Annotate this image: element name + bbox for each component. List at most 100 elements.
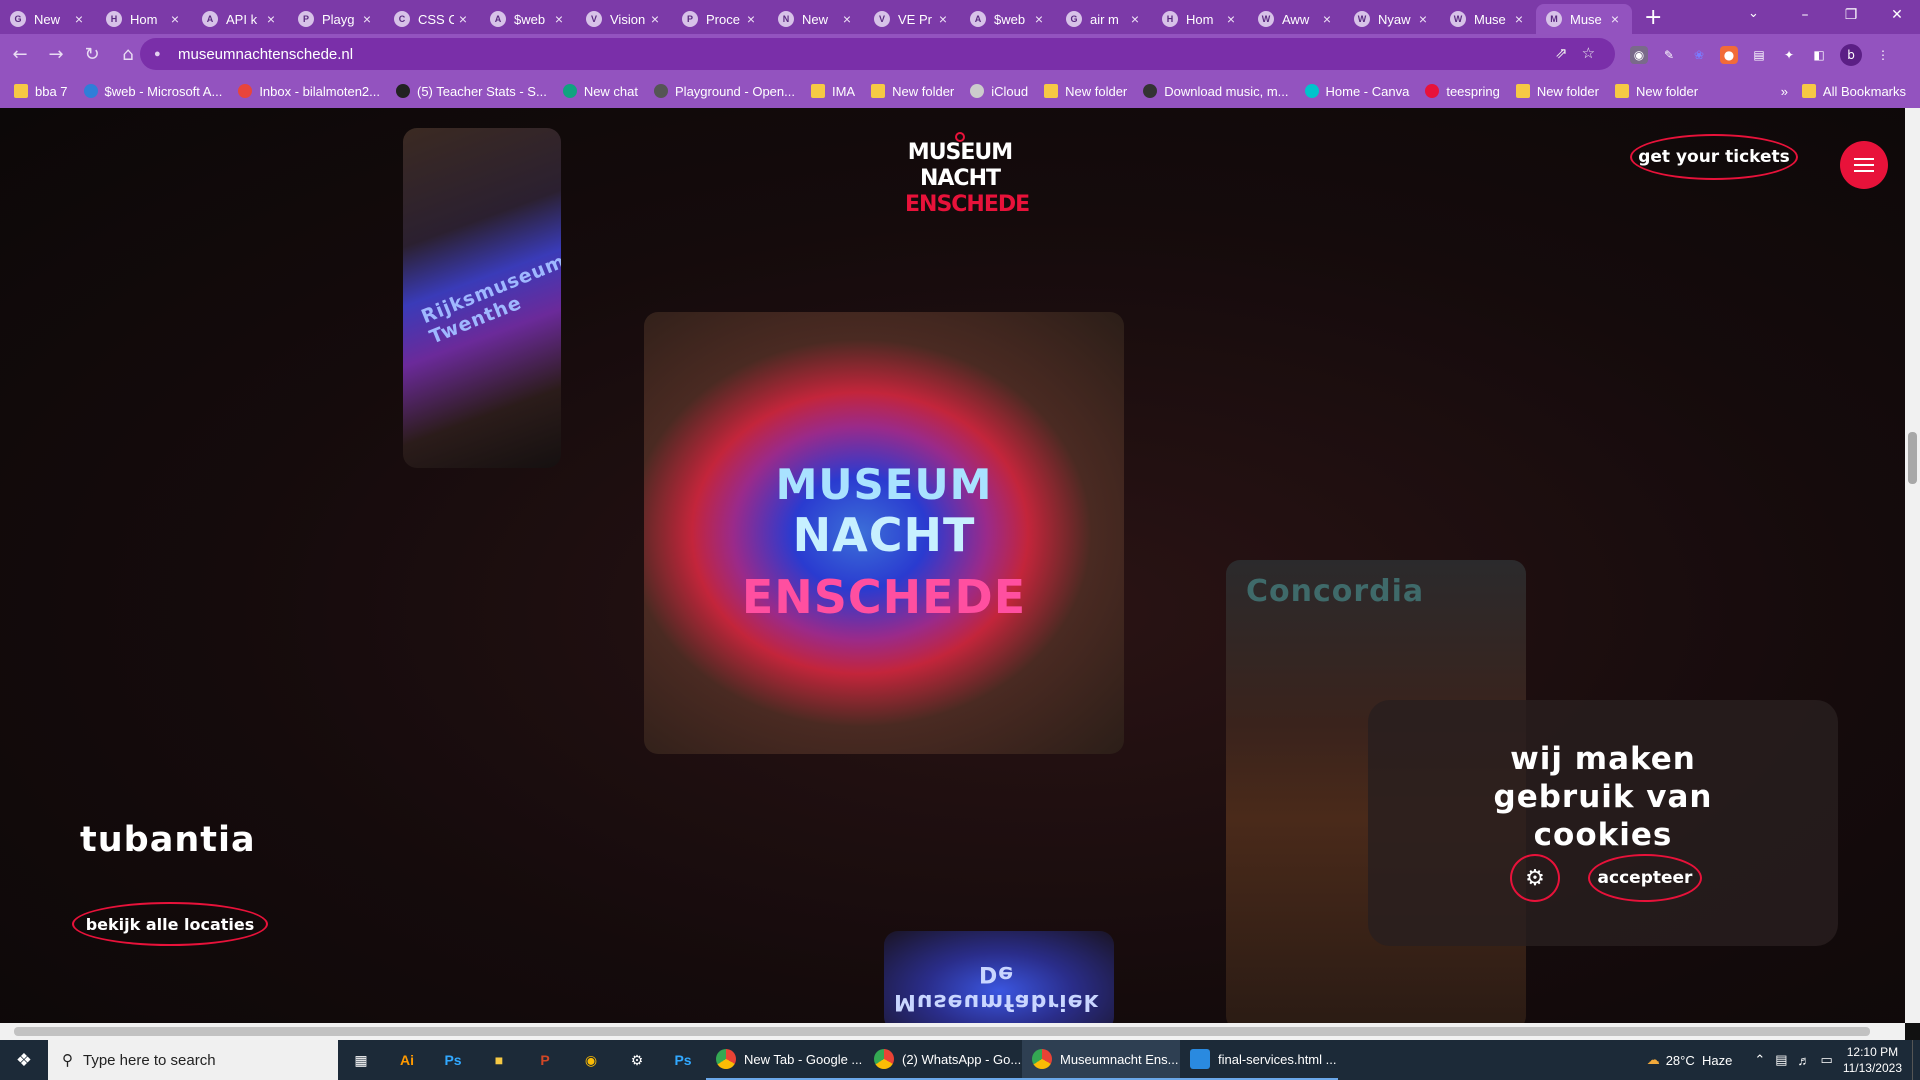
address-bar[interactable]: ● museumnachtenschede.nl xyxy=(140,38,1615,70)
browser-tab[interactable]: V Vision × xyxy=(576,4,672,34)
restore-icon[interactable]: ❐ xyxy=(1828,0,1874,34)
all-bookmarks-button[interactable]: All Bookmarks xyxy=(1823,84,1906,99)
hamburger-menu-button[interactable] xyxy=(1840,141,1888,189)
bookmarks-overflow-icon[interactable]: » xyxy=(1781,84,1788,99)
profile-avatar[interactable]: b xyxy=(1840,44,1862,66)
tab-close-icon[interactable]: × xyxy=(454,11,472,27)
taskbar-app[interactable]: New Tab - Google ... xyxy=(706,1040,864,1080)
bookmark-item[interactable]: Playground - Open... xyxy=(654,84,795,99)
browser-tab[interactable]: N New × xyxy=(768,4,864,34)
chrome-icon[interactable]: ◉ xyxy=(568,1040,614,1080)
tab-close-icon[interactable]: × xyxy=(166,11,184,27)
close-window-icon[interactable]: ✕ xyxy=(1874,0,1920,34)
browser-tab[interactable]: G New × xyxy=(0,4,96,34)
browser-tab[interactable]: C CSS C × xyxy=(384,4,480,34)
battery-icon[interactable]: ▭ xyxy=(1821,1052,1833,1068)
browser-tab[interactable]: V VE Pr × xyxy=(864,4,960,34)
bookmark-item[interactable]: New folder xyxy=(1515,84,1599,99)
file-explorer-icon[interactable]: ■ xyxy=(476,1040,522,1080)
vertical-scrollbar[interactable] xyxy=(1905,108,1920,1023)
browser-tab[interactable]: P Playg × xyxy=(288,4,384,34)
notifications-icon[interactable] xyxy=(1912,1040,1920,1080)
bookmark-item[interactable]: Download music, m... xyxy=(1143,84,1289,99)
reload-icon[interactable]: ↻ xyxy=(76,38,108,70)
illustrator-icon[interactable]: Ai xyxy=(384,1040,430,1080)
browser-tab[interactable]: H Hom × xyxy=(96,4,192,34)
horizontal-scroll-thumb[interactable] xyxy=(14,1027,1870,1036)
tab-close-icon[interactable]: × xyxy=(1414,11,1432,27)
settings-icon[interactable]: ⚙ xyxy=(614,1040,660,1080)
bookmark-item[interactable]: (5) Teacher Stats - S... xyxy=(396,84,547,99)
site-logo[interactable]: MUSEUM NACHT ENSCHEDE xyxy=(905,132,1030,218)
bookmark-item[interactable]: New chat xyxy=(562,84,638,99)
browser-tab[interactable]: H Hom × xyxy=(1152,4,1248,34)
bookmark-item[interactable]: iCloud xyxy=(970,84,1028,99)
orange-extension-icon[interactable]: ● xyxy=(1720,46,1738,64)
network-icon[interactable]: ▤ xyxy=(1775,1052,1787,1068)
tab-close-icon[interactable]: × xyxy=(1126,11,1144,27)
tab-close-icon[interactable]: × xyxy=(1606,11,1624,27)
forward-arrow-icon[interactable]: → xyxy=(40,38,72,70)
sidepanel-icon[interactable]: ◧ xyxy=(1810,46,1828,64)
bookmark-item[interactable]: IMA xyxy=(810,84,855,99)
puzzle-extensions-icon[interactable]: ✦ xyxy=(1780,46,1798,64)
chevron-up-icon[interactable]: ⌃ xyxy=(1754,1052,1765,1068)
windows-start-icon[interactable]: ❖ xyxy=(0,1040,48,1080)
taskbar-app[interactable]: final-services.html ... xyxy=(1180,1040,1338,1080)
bookmark-item[interactable]: bba 7 xyxy=(14,84,68,99)
browser-tab[interactable]: P Proce × xyxy=(672,4,768,34)
gear-extension-icon[interactable]: ❀ xyxy=(1690,46,1708,64)
get-tickets-button[interactable]: get your tickets xyxy=(1630,134,1798,180)
new-tab-button[interactable]: + xyxy=(1644,5,1662,30)
bookmark-item[interactable]: New folder xyxy=(1614,84,1698,99)
bookmark-star-icon[interactable]: ☆ xyxy=(1582,44,1595,62)
clock[interactable]: 12:10 PM 11/13/2023 xyxy=(1843,1044,1902,1076)
pen-extension-icon[interactable]: ✎ xyxy=(1660,46,1678,64)
tab-close-icon[interactable]: × xyxy=(358,11,376,27)
browser-tab[interactable]: M Muse × xyxy=(1536,4,1632,34)
bookmark-item[interactable]: Home - Canva xyxy=(1304,84,1409,99)
tab-close-icon[interactable]: × xyxy=(1222,11,1240,27)
tab-close-icon[interactable]: × xyxy=(70,11,88,27)
vertical-scroll-thumb[interactable] xyxy=(1908,432,1917,484)
task-view-icon[interactable]: ▦ xyxy=(338,1040,384,1080)
camera-extension-icon[interactable]: ◉ xyxy=(1630,46,1648,64)
bookmark-item[interactable]: $web - Microsoft A... xyxy=(83,84,222,99)
volume-icon[interactable]: ♬ xyxy=(1798,1053,1811,1068)
tab-close-icon[interactable]: × xyxy=(262,11,280,27)
tab-close-icon[interactable]: × xyxy=(934,11,952,27)
tab-close-icon[interactable]: × xyxy=(1510,11,1528,27)
cookie-settings-button[interactable]: ⚙ xyxy=(1510,854,1560,902)
tab-search-chevron-icon[interactable]: ⌄ xyxy=(1748,6,1759,21)
tab-close-icon[interactable]: × xyxy=(550,11,568,27)
share-icon[interactable]: ⇗ xyxy=(1555,44,1568,62)
photoshop-icon-2[interactable]: Ps xyxy=(660,1040,706,1080)
view-locations-button[interactable]: bekijk alle locaties xyxy=(72,902,268,946)
taskbar-app[interactable]: Museumnacht Ens... xyxy=(1022,1040,1180,1080)
bookmark-item[interactable]: New folder xyxy=(1044,84,1127,99)
browser-tab[interactable]: W Aww × xyxy=(1248,4,1344,34)
weather-text[interactable]: 28°C Haze xyxy=(1666,1053,1733,1068)
taskbar-search[interactable]: ⚲ Type here to search xyxy=(48,1040,338,1080)
browser-tab[interactable]: W Nyaw × xyxy=(1344,4,1440,34)
tab-close-icon[interactable]: × xyxy=(838,11,856,27)
minimize-icon[interactable]: – xyxy=(1782,0,1828,34)
browser-tab[interactable]: W Muse × xyxy=(1440,4,1536,34)
browser-tab[interactable]: A $web × xyxy=(960,4,1056,34)
reader-extension-icon[interactable]: ▤ xyxy=(1750,46,1768,64)
tab-close-icon[interactable]: × xyxy=(1318,11,1336,27)
site-info-icon[interactable]: ● xyxy=(154,48,166,60)
cookie-accept-button[interactable]: accepteer xyxy=(1588,854,1702,902)
menu-kebab-icon[interactable]: ⋮ xyxy=(1874,46,1892,64)
tab-close-icon[interactable]: × xyxy=(1030,11,1048,27)
browser-tab[interactable]: A API k × xyxy=(192,4,288,34)
back-arrow-icon[interactable]: ← xyxy=(4,38,36,70)
bookmark-item[interactable]: teespring xyxy=(1425,84,1500,99)
tab-close-icon[interactable]: × xyxy=(742,11,760,27)
browser-tab[interactable]: A $web × xyxy=(480,4,576,34)
powerpoint-icon[interactable]: P xyxy=(522,1040,568,1080)
bookmark-item[interactable]: New folder xyxy=(871,84,954,99)
taskbar-app[interactable]: (2) WhatsApp - Go... xyxy=(864,1040,1022,1080)
browser-tab[interactable]: Gair m × xyxy=(1056,4,1152,34)
tab-close-icon[interactable]: × xyxy=(646,11,664,27)
